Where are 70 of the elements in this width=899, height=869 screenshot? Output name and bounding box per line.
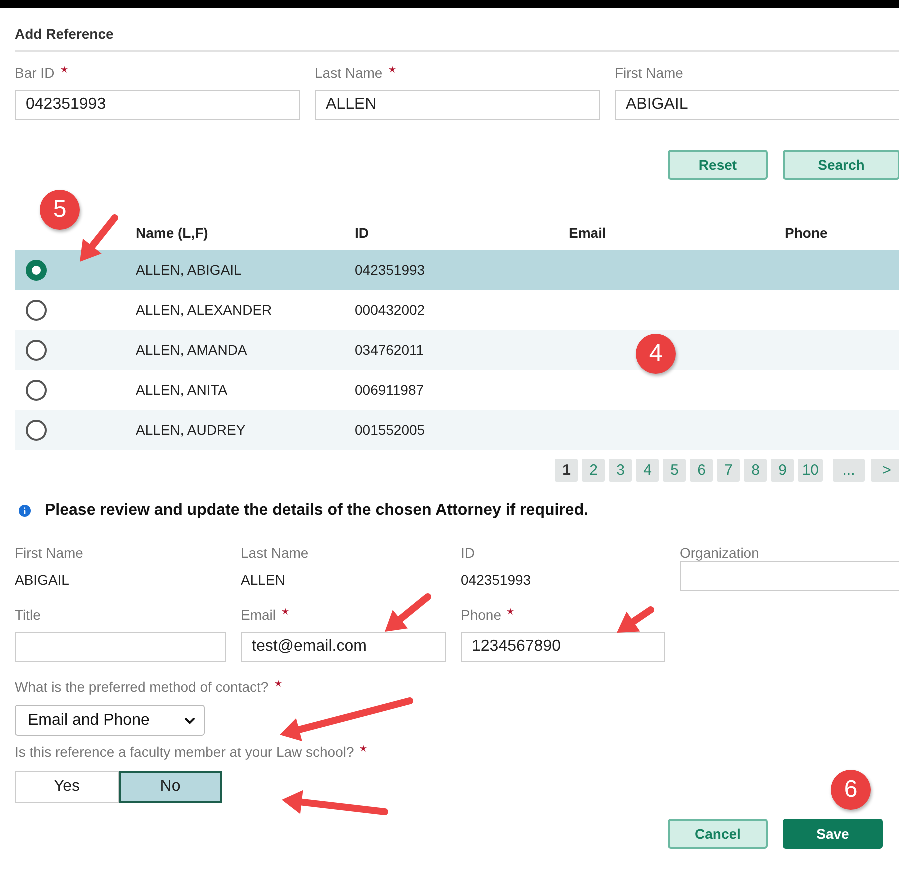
search-button[interactable]: Search	[783, 150, 899, 180]
input-field[interactable]: 1234567890	[461, 632, 665, 662]
question-label: What is the preferred method of contact?	[15, 679, 269, 695]
input-field[interactable]: ABIGAIL	[615, 90, 899, 120]
column-header: Name (L,F)	[136, 225, 210, 241]
toggle-option[interactable]: Yes	[15, 771, 119, 803]
save-button[interactable]: Save	[783, 819, 883, 849]
question-label: Is this reference a faculty member at your Law school?	[15, 744, 354, 760]
page-link[interactable]: ...	[833, 459, 865, 482]
reset-button[interactable]: Reset	[668, 150, 768, 180]
page-link[interactable]: 3	[609, 459, 632, 482]
table-cell-text: 001552005	[355, 422, 426, 438]
field-value: 042351993	[461, 572, 532, 588]
table-cell-text: 042351993	[355, 262, 426, 278]
radio-button[interactable]	[26, 380, 47, 400]
input-field[interactable]	[680, 561, 899, 591]
table-cell-text: ALLEN, AMANDA	[136, 342, 248, 358]
page-link[interactable]: 6	[690, 459, 714, 482]
field-label: Last Name	[241, 545, 310, 561]
toggle-option[interactable]: No	[119, 771, 222, 803]
pointer-arrow	[385, 594, 432, 632]
column-header: Email	[569, 225, 608, 241]
radio-button[interactable]	[26, 300, 47, 320]
page-link[interactable]: 7	[717, 459, 740, 482]
table-cell-text: ALLEN, ABIGAIL	[136, 262, 243, 278]
dialog-title: Add Reference	[15, 25, 115, 44]
table-cell-text: 034762011	[355, 342, 426, 358]
table-row[interactable]: ALLEN, AUDREY 001552005	[15, 410, 899, 450]
step-badge: 5	[40, 190, 80, 230]
field-label: Last Name	[315, 65, 383, 81]
radio-button[interactable]	[26, 260, 47, 280]
column-header: Phone	[785, 225, 829, 241]
table-cell-text: 000432002	[355, 302, 426, 318]
page-link[interactable]: 5	[663, 459, 686, 482]
step-badge: 6	[831, 770, 871, 810]
column-header: ID	[355, 225, 370, 241]
field-label: Phone	[461, 607, 502, 623]
field-label: First Name	[15, 545, 84, 561]
table-cell-text: ALLEN, ALEXANDER	[136, 302, 274, 318]
page-link[interactable]: 4	[636, 459, 660, 482]
table-cell-text: ALLEN, AUDREY	[136, 422, 247, 438]
field-label: Organization	[680, 545, 760, 561]
page-link[interactable]: 8	[744, 459, 768, 482]
pointer-arrow	[617, 606, 654, 633]
field-label: First Name	[615, 65, 684, 81]
page-link[interactable]: 1	[555, 459, 578, 482]
input-field[interactable]: test@email.com	[241, 632, 446, 662]
table-row[interactable]: ALLEN, ABIGAIL 042351993	[15, 250, 899, 290]
page-link[interactable]: 10	[798, 459, 823, 482]
input-field[interactable]: ALLEN	[315, 90, 600, 120]
cancel-button[interactable]: Cancel	[668, 819, 768, 849]
field-label: Title	[15, 607, 41, 623]
contact-method-select[interactable]: Email and Phone	[15, 705, 205, 736]
pointer-arrow	[80, 214, 118, 262]
field-value: ALLEN	[241, 572, 286, 588]
radio-button[interactable]	[26, 340, 47, 360]
table-cell-text: 006911987	[355, 382, 426, 398]
field-label: Email	[241, 607, 276, 623]
input-field[interactable]	[15, 632, 226, 662]
field-label: ID	[461, 545, 476, 561]
field-value: ABIGAIL	[15, 572, 70, 588]
page-link[interactable]: 9	[771, 459, 794, 482]
table-cell-text: ALLEN, ANITA	[136, 382, 229, 398]
field-label: Bar ID	[15, 65, 55, 81]
page-link[interactable]: 2	[582, 459, 606, 482]
radio-button[interactable]	[26, 420, 47, 440]
input-field[interactable]: 042351993	[15, 90, 300, 120]
page-link[interactable]: >	[871, 459, 899, 482]
info-message: Please review and update the details of the chosen Attorney if required.	[45, 502, 589, 520]
info-icon	[17, 503, 33, 519]
